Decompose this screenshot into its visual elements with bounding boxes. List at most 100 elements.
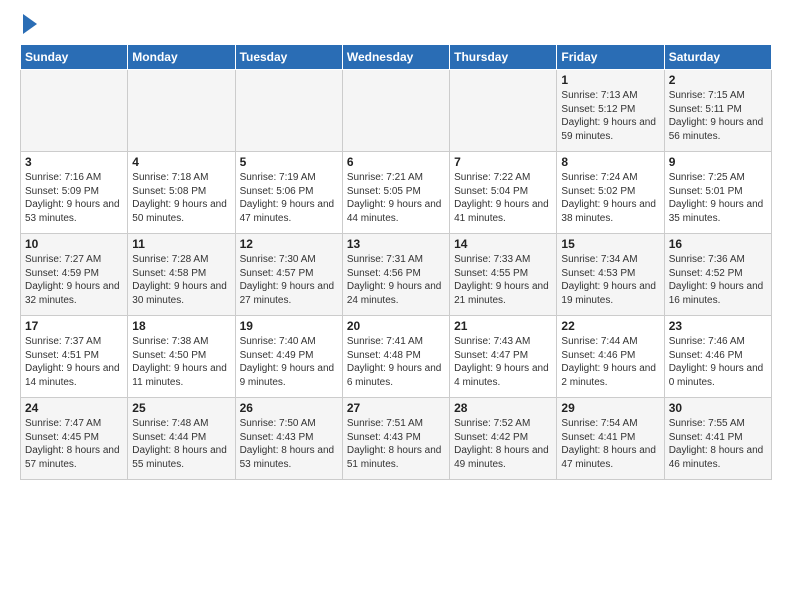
calendar-cell: 20Sunrise: 7:41 AM Sunset: 4:48 PM Dayli… (342, 316, 449, 398)
day-number: 17 (25, 319, 123, 333)
week-row-2: 3Sunrise: 7:16 AM Sunset: 5:09 PM Daylig… (21, 152, 772, 234)
day-number: 9 (669, 155, 767, 169)
cell-content: Sunrise: 7:22 AM Sunset: 5:04 PM Dayligh… (454, 171, 552, 225)
cell-content: Sunrise: 7:48 AM Sunset: 4:44 PM Dayligh… (132, 417, 230, 471)
weekday-header-tuesday: Tuesday (235, 45, 342, 70)
calendar-cell: 16 Sunrise: 7:36 AM Sunset: 4:52 PM Dayli… (664, 234, 771, 316)
calendar-cell: 22Sunrise: 7:44 AM Sunset: 4:46 PM Dayli… (557, 316, 664, 398)
week-row-3: 10 Sunrise: 7:27 AM Sunset: 4:59 PM Dayli… (21, 234, 772, 316)
day-number: 6 (347, 155, 445, 169)
cell-content: Sunrise: 7:46 AM Sunset: 4:46 PM Dayligh… (669, 335, 767, 389)
cell-content: Sunrise: 7:33 AM Sunset: 4:55 PM Dayligh… (454, 253, 552, 307)
cell-content: Sunrise: 7:15 AM Sunset: 5:11 PM Dayligh… (669, 89, 767, 143)
day-number: 29 (561, 401, 659, 415)
cell-content: Sunrise: 7:13 AM Sunset: 5:12 PM Dayligh… (561, 89, 659, 143)
weekday-header-thursday: Thursday (450, 45, 557, 70)
calendar-cell: 10 Sunrise: 7:27 AM Sunset: 4:59 PM Dayli… (21, 234, 128, 316)
day-number: 20 (347, 319, 445, 333)
calendar-cell: 11Sunrise: 7:28 AM Sunset: 4:58 PM Dayli… (128, 234, 235, 316)
day-number: 3 (25, 155, 123, 169)
day-number: 26 (240, 401, 338, 415)
cell-content: Sunrise: 7:36 AM Sunset: 4:52 PM Dayligh… (669, 253, 767, 307)
calendar-cell: 21 Sunrise: 7:43 AM Sunset: 4:47 PM Dayli… (450, 316, 557, 398)
calendar-cell (21, 70, 128, 152)
cell-content: Sunrise: 7:25 AM Sunset: 5:01 PM Dayligh… (669, 171, 767, 225)
cell-content: Sunrise: 7:31 AM Sunset: 4:56 PM Dayligh… (347, 253, 445, 307)
day-number: 12 (240, 237, 338, 251)
cell-content: Sunrise: 7:43 AM Sunset: 4:47 PM Dayligh… (454, 335, 552, 389)
weekday-header-row: SundayMondayTuesdayWednesdayThursdayFrid… (21, 45, 772, 70)
calendar-cell: 28 Sunrise: 7:52 AM Sunset: 4:42 PM Dayli… (450, 398, 557, 480)
cell-content: Sunrise: 7:28 AM Sunset: 4:58 PM Dayligh… (132, 253, 230, 307)
cell-content: Sunrise: 7:19 AM Sunset: 5:06 PM Dayligh… (240, 171, 338, 225)
day-number: 24 (25, 401, 123, 415)
cell-content: Sunrise: 7:50 AM Sunset: 4:43 PM Dayligh… (240, 417, 338, 471)
day-number: 19 (240, 319, 338, 333)
cell-content: Sunrise: 7:40 AM Sunset: 4:49 PM Dayligh… (240, 335, 338, 389)
day-number: 5 (240, 155, 338, 169)
calendar-cell (450, 70, 557, 152)
week-row-1: 1Sunrise: 7:13 AM Sunset: 5:12 PM Daylig… (21, 70, 772, 152)
day-number: 28 (454, 401, 552, 415)
cell-content: Sunrise: 7:37 AM Sunset: 4:51 PM Dayligh… (25, 335, 123, 389)
calendar-cell: 27 Sunrise: 7:51 AM Sunset: 4:43 PM Dayli… (342, 398, 449, 480)
calendar-cell (342, 70, 449, 152)
calendar-cell: 7Sunrise: 7:22 AM Sunset: 5:04 PM Daylig… (450, 152, 557, 234)
calendar-cell: 29 Sunrise: 7:54 AM Sunset: 4:41 PM Dayli… (557, 398, 664, 480)
calendar-cell (235, 70, 342, 152)
calendar: SundayMondayTuesdayWednesdayThursdayFrid… (20, 44, 772, 480)
calendar-cell: 1Sunrise: 7:13 AM Sunset: 5:12 PM Daylig… (557, 70, 664, 152)
calendar-cell: 12Sunrise: 7:30 AM Sunset: 4:57 PM Dayli… (235, 234, 342, 316)
calendar-cell: 4Sunrise: 7:18 AM Sunset: 5:08 PM Daylig… (128, 152, 235, 234)
calendar-cell: 6 Sunrise: 7:21 AM Sunset: 5:05 PM Daylig… (342, 152, 449, 234)
cell-content: Sunrise: 7:27 AM Sunset: 4:59 PM Dayligh… (25, 253, 123, 307)
cell-content: Sunrise: 7:38 AM Sunset: 4:50 PM Dayligh… (132, 335, 230, 389)
cell-content: Sunrise: 7:54 AM Sunset: 4:41 PM Dayligh… (561, 417, 659, 471)
calendar-cell: 19 Sunrise: 7:40 AM Sunset: 4:49 PM Dayli… (235, 316, 342, 398)
day-number: 27 (347, 401, 445, 415)
weekday-header-sunday: Sunday (21, 45, 128, 70)
calendar-cell: 23 Sunrise: 7:46 AM Sunset: 4:46 PM Dayli… (664, 316, 771, 398)
calendar-cell: 17 Sunrise: 7:37 AM Sunset: 4:51 PM Dayli… (21, 316, 128, 398)
week-row-5: 24 Sunrise: 7:47 AM Sunset: 4:45 PM Dayli… (21, 398, 772, 480)
page: SundayMondayTuesdayWednesdayThursdayFrid… (0, 0, 792, 496)
calendar-cell: 30Sunrise: 7:55 AM Sunset: 4:41 PM Dayli… (664, 398, 771, 480)
calendar-cell: 14 Sunrise: 7:33 AM Sunset: 4:55 PM Dayli… (450, 234, 557, 316)
cell-content: Sunrise: 7:21 AM Sunset: 5:05 PM Dayligh… (347, 171, 445, 225)
day-number: 8 (561, 155, 659, 169)
day-number: 14 (454, 237, 552, 251)
day-number: 18 (132, 319, 230, 333)
calendar-cell: 13Sunrise: 7:31 AM Sunset: 4:56 PM Dayli… (342, 234, 449, 316)
cell-content: Sunrise: 7:24 AM Sunset: 5:02 PM Dayligh… (561, 171, 659, 225)
cell-content: Sunrise: 7:34 AM Sunset: 4:53 PM Dayligh… (561, 253, 659, 307)
calendar-cell: 24 Sunrise: 7:47 AM Sunset: 4:45 PM Dayli… (21, 398, 128, 480)
weekday-header-wednesday: Wednesday (342, 45, 449, 70)
logo-triangle-icon (23, 14, 37, 34)
day-number: 25 (132, 401, 230, 415)
calendar-cell: 26 Sunrise: 7:50 AM Sunset: 4:43 PM Dayli… (235, 398, 342, 480)
calendar-cell: 8 Sunrise: 7:24 AM Sunset: 5:02 PM Daylig… (557, 152, 664, 234)
cell-content: Sunrise: 7:52 AM Sunset: 4:42 PM Dayligh… (454, 417, 552, 471)
weekday-header-friday: Friday (557, 45, 664, 70)
cell-content: Sunrise: 7:47 AM Sunset: 4:45 PM Dayligh… (25, 417, 123, 471)
day-number: 10 (25, 237, 123, 251)
calendar-cell: 25 Sunrise: 7:48 AM Sunset: 4:44 PM Dayli… (128, 398, 235, 480)
day-number: 21 (454, 319, 552, 333)
day-number: 23 (669, 319, 767, 333)
calendar-cell: 18 Sunrise: 7:38 AM Sunset: 4:50 PM Dayli… (128, 316, 235, 398)
day-number: 30 (669, 401, 767, 415)
header (20, 16, 772, 34)
cell-content: Sunrise: 7:51 AM Sunset: 4:43 PM Dayligh… (347, 417, 445, 471)
calendar-cell: 3Sunrise: 7:16 AM Sunset: 5:09 PM Daylig… (21, 152, 128, 234)
week-row-4: 17 Sunrise: 7:37 AM Sunset: 4:51 PM Dayli… (21, 316, 772, 398)
day-number: 22 (561, 319, 659, 333)
day-number: 16 (669, 237, 767, 251)
day-number: 2 (669, 73, 767, 87)
calendar-cell (128, 70, 235, 152)
weekday-header-monday: Monday (128, 45, 235, 70)
logo (20, 16, 37, 34)
calendar-cell: 15 Sunrise: 7:34 AM Sunset: 4:53 PM Dayli… (557, 234, 664, 316)
day-number: 15 (561, 237, 659, 251)
weekday-header-saturday: Saturday (664, 45, 771, 70)
cell-content: Sunrise: 7:18 AM Sunset: 5:08 PM Dayligh… (132, 171, 230, 225)
